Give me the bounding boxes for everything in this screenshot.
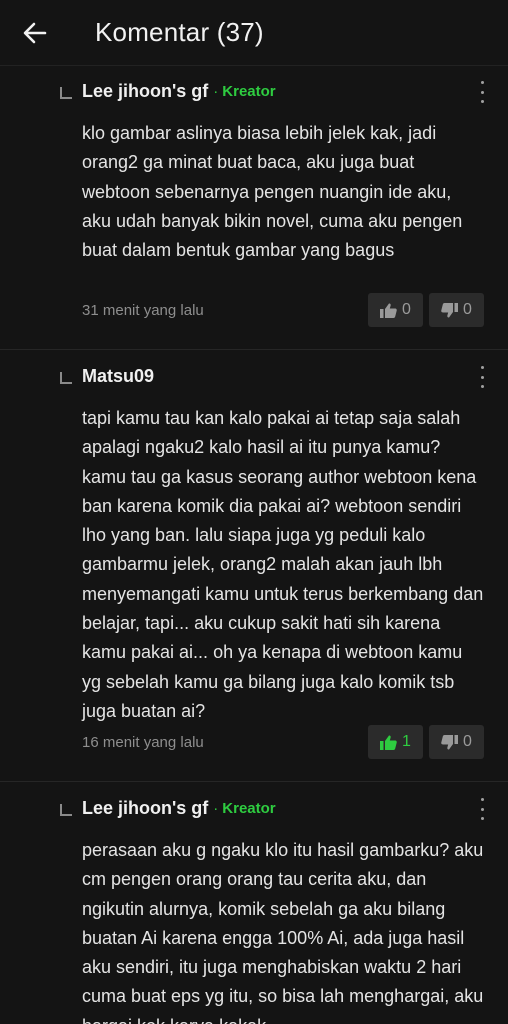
more-options-button[interactable] [478, 366, 486, 388]
more-vertical-icon-dot [480, 817, 484, 820]
thumbs-up-icon [380, 303, 397, 318]
badge-separator: · [213, 82, 219, 100]
more-vertical-icon [480, 366, 484, 369]
like-button[interactable]: 0 [368, 293, 423, 327]
comment-author[interactable]: Matsu09 [82, 366, 154, 387]
badge-separator: · [213, 799, 219, 817]
dislike-button[interactable]: 0 [429, 725, 484, 759]
comment-text: perasaan aku g ngaku klo itu hasil gamba… [82, 840, 484, 1024]
comment-text: tapi kamu tau kan kalo pakai ai tetap sa… [82, 408, 484, 721]
comment-author[interactable]: Lee jihoon's gf [82, 798, 208, 819]
more-vertical-icon-dot [480, 385, 484, 388]
more-vertical-icon-dot [480, 100, 484, 103]
vote-group: 0 0 [368, 293, 484, 327]
more-options-button[interactable] [478, 798, 486, 820]
thumbs-up-icon [380, 735, 397, 750]
comment-item: Matsu09 tapi kamu tau kan kalo pakai ai … [0, 350, 508, 782]
more-vertical-icon-dot [480, 375, 484, 379]
comment-list: Lee jihoon's gf · Kreator klo gambar asl… [0, 67, 508, 1024]
dislike-count: 0 [463, 733, 472, 750]
vote-group: 1 0 [368, 725, 484, 759]
like-count: 1 [402, 733, 411, 750]
more-vertical-icon-dot [480, 90, 484, 94]
like-button[interactable]: 1 [368, 725, 423, 759]
more-vertical-icon-dot [480, 807, 484, 811]
like-count: 0 [402, 301, 411, 318]
back-button[interactable] [0, 0, 70, 66]
comment-footer: 31 menit yang lalu 0 0 [82, 293, 484, 327]
comment-header: Matsu09 [82, 364, 154, 388]
comment-header: Lee jihoon's gf · Kreator [82, 79, 276, 103]
more-options-button[interactable] [478, 81, 486, 103]
creator-badge: Kreator [222, 799, 276, 817]
reply-indicator-icon [60, 804, 72, 816]
more-vertical-icon [480, 81, 484, 84]
app-bar: Komentar (37) [0, 0, 508, 66]
page-title: Komentar (37) [95, 17, 264, 47]
comment-time: 16 menit yang lalu [82, 733, 204, 751]
comment-header: Lee jihoon's gf · Kreator [82, 796, 276, 820]
thumbs-down-icon [441, 302, 459, 317]
comment-text: klo gambar aslinya biasa lebih jelek kak… [82, 123, 463, 261]
comment-item: Lee jihoon's gf · Kreator klo gambar asl… [0, 67, 508, 350]
comment-item: Lee jihoon's gf · Kreator perasaan aku g… [0, 782, 508, 1024]
comment-time: 31 menit yang lalu [82, 301, 204, 319]
comment-author[interactable]: Lee jihoon's gf [82, 81, 208, 102]
thumbs-down-icon [441, 734, 459, 749]
dislike-button[interactable]: 0 [429, 293, 484, 327]
creator-badge: Kreator [222, 82, 276, 100]
arrow-left-icon [23, 22, 47, 43]
dislike-count: 0 [463, 301, 472, 318]
more-vertical-icon [480, 798, 484, 801]
reply-indicator-icon [60, 87, 72, 99]
comment-footer: 16 menit yang lalu 1 0 [82, 725, 484, 759]
reply-indicator-icon [60, 372, 72, 384]
